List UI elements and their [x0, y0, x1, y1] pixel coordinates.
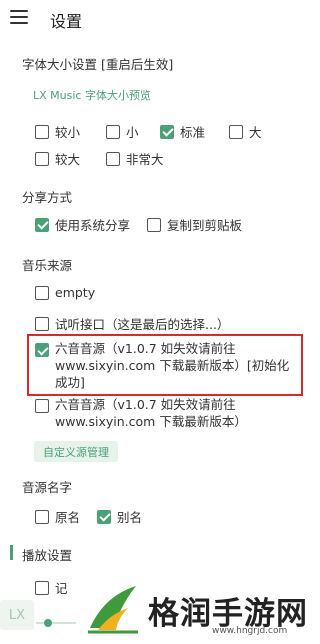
- share-heading: 分享方式: [22, 190, 73, 205]
- page-title: 设置: [50, 12, 83, 31]
- playback-option-partial[interactable]: 记: [35, 578, 68, 597]
- font-size-option-very-large[interactable]: 非常大: [106, 149, 164, 168]
- checkbox[interactable]: [35, 151, 49, 166]
- playback-heading: 播放设置: [22, 548, 73, 563]
- font-size-option-standard[interactable]: 标准: [160, 122, 205, 141]
- source-name-option-original[interactable]: 原名: [35, 507, 80, 526]
- music-source-heading: 音乐来源: [22, 258, 73, 273]
- player-progress-track[interactable]: [36, 622, 76, 624]
- checkbox[interactable]: [35, 509, 49, 524]
- font-size-option-small[interactable]: 小: [106, 122, 139, 141]
- source-name-heading: 音源名字: [22, 480, 73, 495]
- checkbox[interactable]: [35, 316, 49, 331]
- checkbox-checked[interactable]: [160, 124, 174, 139]
- checkbox[interactable]: [35, 580, 49, 595]
- checkbox[interactable]: [147, 217, 161, 232]
- font-size-preview: LX Music 字体大小预览: [33, 89, 151, 102]
- menu-icon[interactable]: [10, 10, 28, 26]
- font-size-heading: 字体大小设置 [重启后生效]: [22, 57, 174, 72]
- checkbox[interactable]: [106, 151, 120, 166]
- watermark-url: www.hngrjd.com: [212, 626, 288, 636]
- music-source-option-sixyin-active[interactable]: 六音音源（v1.0.7 如失效请前往 www.sixyin.com 下载最新版本…: [35, 340, 300, 391]
- music-source-option-sixyin[interactable]: 六音音源（v1.0.7 如失效请前往 www.sixyin.com 下载最新版本…: [35, 396, 300, 430]
- checkbox-checked[interactable]: [35, 217, 49, 232]
- checkbox[interactable]: [106, 124, 120, 139]
- share-option-system[interactable]: 使用系统分享: [35, 215, 130, 234]
- music-source-option-trial[interactable]: 试听接口（这是最后的选择...）: [35, 314, 229, 333]
- checkbox[interactable]: [35, 285, 49, 300]
- font-size-option-large[interactable]: 大: [229, 122, 262, 141]
- player-logo[interactable]: LX: [0, 600, 34, 630]
- custom-source-button[interactable]: 自定义源管理: [34, 441, 118, 462]
- font-size-option-larger[interactable]: 较大: [35, 149, 80, 168]
- checkbox[interactable]: [229, 124, 243, 139]
- source-name-option-alias[interactable]: 别名: [97, 507, 142, 526]
- music-source-option-empty[interactable]: empty: [35, 285, 95, 300]
- section-accent-bar: [10, 545, 13, 560]
- watermark-logo-icon: [88, 586, 138, 634]
- checkbox[interactable]: [35, 124, 49, 139]
- player-progress-handle[interactable]: [44, 619, 52, 627]
- checkbox-checked[interactable]: [35, 343, 49, 357]
- font-size-option-smaller[interactable]: 较小: [35, 122, 80, 141]
- checkbox-checked[interactable]: [97, 509, 111, 524]
- checkbox[interactable]: [35, 399, 49, 413]
- share-option-clipboard[interactable]: 复制到剪贴板: [147, 215, 242, 234]
